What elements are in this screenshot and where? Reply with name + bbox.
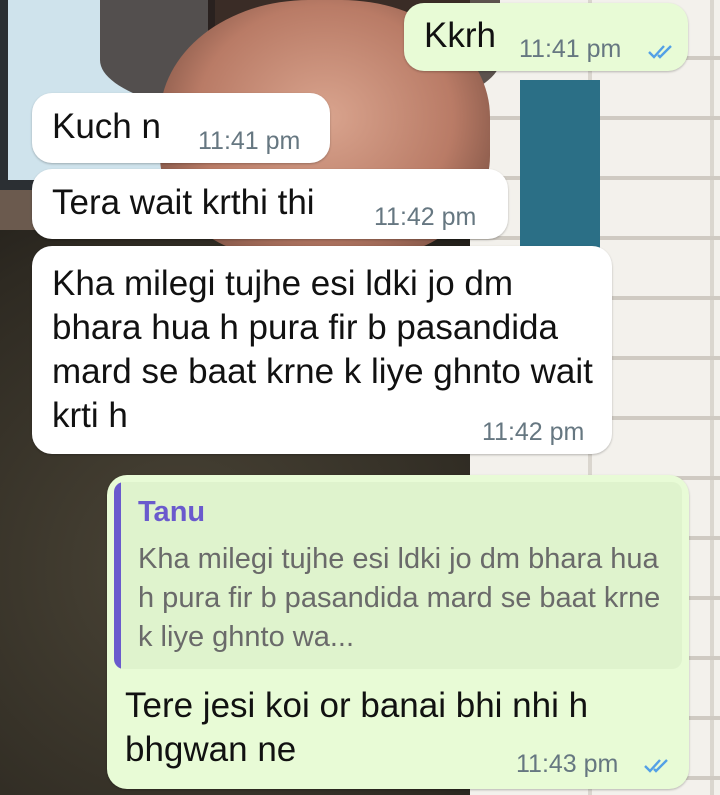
- read-receipt-icon: [648, 45, 672, 59]
- message-time: 11:42 pm: [374, 203, 477, 231]
- message-text: Kuch n: [52, 107, 161, 146]
- quoted-text: Kha milegi tujhe esi ldki jo dm bhara hu…: [138, 543, 661, 653]
- message-incoming[interactable]: Tera wait krthi thi 11:42 pm: [32, 169, 508, 239]
- read-receipt-icon: [644, 759, 668, 773]
- message-text: Kha milegi tujhe esi ldki jo dm bhara hu…: [52, 264, 593, 435]
- message-outgoing[interactable]: Kkrh 11:41 pm: [404, 3, 688, 71]
- quote-accent-bar: [114, 482, 121, 669]
- quoted-message[interactable]: Tanu Kha milegi tujhe esi ldki jo dm bha…: [114, 482, 682, 669]
- message-time: 11:41 pm: [198, 127, 301, 155]
- message-time: 11:41 pm: [519, 35, 622, 63]
- message-time: 11:42 pm: [482, 418, 585, 446]
- message-text: Tera wait krthi thi: [52, 183, 315, 222]
- message-text: Kkrh: [424, 16, 496, 55]
- message-time: 11:43 pm: [516, 750, 619, 778]
- quoted-author: Tanu: [138, 496, 206, 528]
- message-incoming[interactable]: Kha milegi tujhe esi ldki jo dm bhara hu…: [32, 246, 612, 454]
- message-incoming[interactable]: Kuch n 11:41 pm: [32, 93, 330, 163]
- wallpaper-panel: [520, 80, 600, 260]
